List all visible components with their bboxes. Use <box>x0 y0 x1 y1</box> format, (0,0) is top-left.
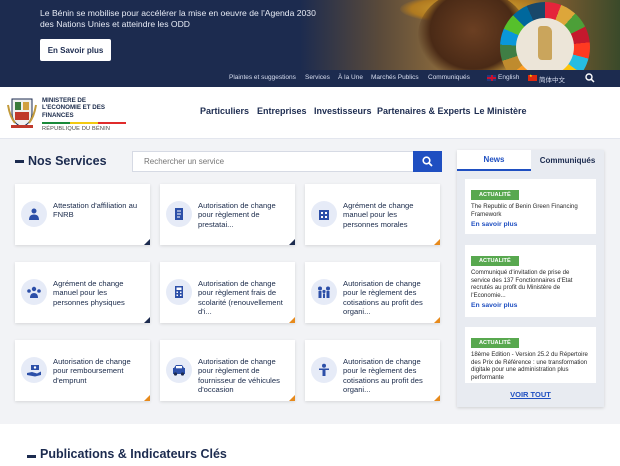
utility-bar: Plaintes et suggestions Services À la Un… <box>0 70 620 87</box>
see-all-link[interactable]: VOIR TOUT <box>457 390 604 399</box>
topbar-link-public-markets[interactable]: Marchés Publics <box>371 74 419 81</box>
site-header: MINISTERE DE L'ECONOMIE ET DES FINANCES … <box>0 87 620 139</box>
service-card[interactable]: Attestation d'affiliation au FNRB <box>15 184 150 245</box>
service-card-label: Attestation d'affiliation au FNRB <box>53 201 138 220</box>
publications-title: Publications & Indicateurs Clés <box>40 447 227 461</box>
ministry-identity[interactable]: MINISTERE DE L'ECONOMIE ET DES FINANCES … <box>42 97 126 132</box>
person-id-icon <box>21 201 47 227</box>
language-chinese[interactable]: 简体中文 <box>539 74 565 84</box>
nav-investisseurs[interactable]: Investisseurs <box>314 106 372 116</box>
service-card[interactable]: Agrément de change manuel pour les perso… <box>305 184 440 245</box>
service-card-label: Autorisation de change pour le règlement… <box>343 279 423 317</box>
news-item[interactable]: ACTUALITÉ The Republic of Benin Green Fi… <box>465 179 596 234</box>
service-card-label: Autorisation de change pour le règlement… <box>343 357 423 395</box>
service-card[interactable]: Autorisation de change pour règlement de… <box>160 340 295 401</box>
news-read-more-link[interactable]: En savoir plus <box>471 302 590 309</box>
news-item[interactable]: ACTUALITÉ Communiqué d'invitation de pri… <box>465 245 596 317</box>
status-badge: ACTUALITÉ <box>471 338 519 348</box>
person-icon <box>311 357 337 383</box>
hero-banner: Le Bénin se mobilise pour accélérer la m… <box>0 0 620 70</box>
service-card-label: Autorisation de change pour règlement de… <box>198 357 280 395</box>
benin-flag-stripe <box>42 122 126 125</box>
language-english[interactable]: English <box>498 74 519 81</box>
service-card-label: Autorisation de change pour règlement de… <box>198 201 276 229</box>
topbar-link-communiques[interactable]: Communiqués <box>428 74 470 81</box>
nav-entreprises[interactable]: Entreprises <box>257 106 307 116</box>
nav-partners-experts[interactable]: Partenaires & Experts <box>377 106 471 116</box>
section-dash <box>15 160 24 163</box>
nav-particuliers[interactable]: Particuliers <box>200 106 249 116</box>
service-card-label: Autorisation de change pour règlement fr… <box>198 279 283 317</box>
coat-of-arms-icon[interactable] <box>7 95 37 129</box>
topbar-link-services[interactable]: Services <box>305 74 330 81</box>
news-item[interactable]: ACTUALITÉ 18ème Edition - Version 25.2 d… <box>465 327 596 383</box>
service-card[interactable]: Autorisation de change pour règlement fr… <box>160 262 295 323</box>
card-corner <box>289 317 295 323</box>
news-tabs: News Communiqués <box>457 150 604 171</box>
hand-money-icon <box>21 357 47 383</box>
uk-flag-icon <box>487 75 496 81</box>
news-item-text: Communiqué d'invitation de prise de serv… <box>471 269 573 299</box>
topbar-link-complaints[interactable]: Plaintes et suggestions <box>229 74 296 81</box>
document-icon <box>166 201 192 227</box>
service-card[interactable]: Autorisation de change pour remboursemen… <box>15 340 150 401</box>
service-search-button[interactable] <box>413 151 442 172</box>
service-card[interactable]: Autorisation de change pour le règlement… <box>305 340 440 401</box>
people-group-icon <box>21 279 47 305</box>
card-corner <box>434 239 440 245</box>
calculator-icon <box>166 279 192 305</box>
ministry-name: MINISTERE DE L'ECONOMIE ET DES FINANCES <box>42 97 106 119</box>
china-flag-icon <box>528 73 537 81</box>
benin-map-icon <box>538 26 552 60</box>
status-badge: ACTUALITÉ <box>471 256 519 266</box>
topbar-link-headlines[interactable]: À la Une <box>338 74 363 81</box>
service-card[interactable]: Agrément de change manuel pour les perso… <box>15 262 150 323</box>
service-card-label: Agrément de change manuel pour les perso… <box>343 201 414 229</box>
status-badge: ACTUALITÉ <box>471 190 519 200</box>
card-corner <box>144 239 150 245</box>
service-card[interactable]: Autorisation de change pour règlement de… <box>160 184 295 245</box>
card-corner <box>289 395 295 401</box>
card-corner <box>434 317 440 323</box>
news-item-text: 18ème Edition - Version 25.2 du Répertoi… <box>471 351 588 381</box>
tab-news[interactable]: News <box>457 150 531 171</box>
nav-ministry[interactable]: Le Ministère <box>474 106 527 116</box>
service-search-input[interactable] <box>132 151 414 172</box>
country-name: RÉPUBLIQUE DU BÉNIN <box>42 126 111 133</box>
card-corner <box>144 317 150 323</box>
hero-more-button[interactable]: En Savoir plus <box>40 39 111 61</box>
card-corner <box>434 395 440 401</box>
family-icon <box>311 279 337 305</box>
card-corner <box>144 395 150 401</box>
service-card-label: Autorisation de change pour remboursemen… <box>53 357 131 385</box>
service-card-label: Agrément de change manuel pour les perso… <box>53 279 125 307</box>
search-icon <box>422 156 433 167</box>
building-icon <box>311 201 337 227</box>
hero-text: Le Bénin se mobilise pour accélérer la m… <box>40 8 316 29</box>
service-card[interactable]: Autorisation de change pour le règlement… <box>305 262 440 323</box>
news-panel: News Communiqués ACTUALITÉ The Republic … <box>457 150 604 407</box>
services-title: Nos Services <box>28 154 107 168</box>
car-icon <box>166 357 192 383</box>
card-corner <box>289 239 295 245</box>
news-item-text: The Republic of Benin Green Financing Fr… <box>471 203 578 218</box>
search-icon[interactable] <box>585 73 595 83</box>
tab-communiques[interactable]: Communiqués <box>531 150 604 171</box>
section-dash <box>27 455 36 458</box>
news-read-more-link[interactable]: En savoir plus <box>471 221 590 228</box>
